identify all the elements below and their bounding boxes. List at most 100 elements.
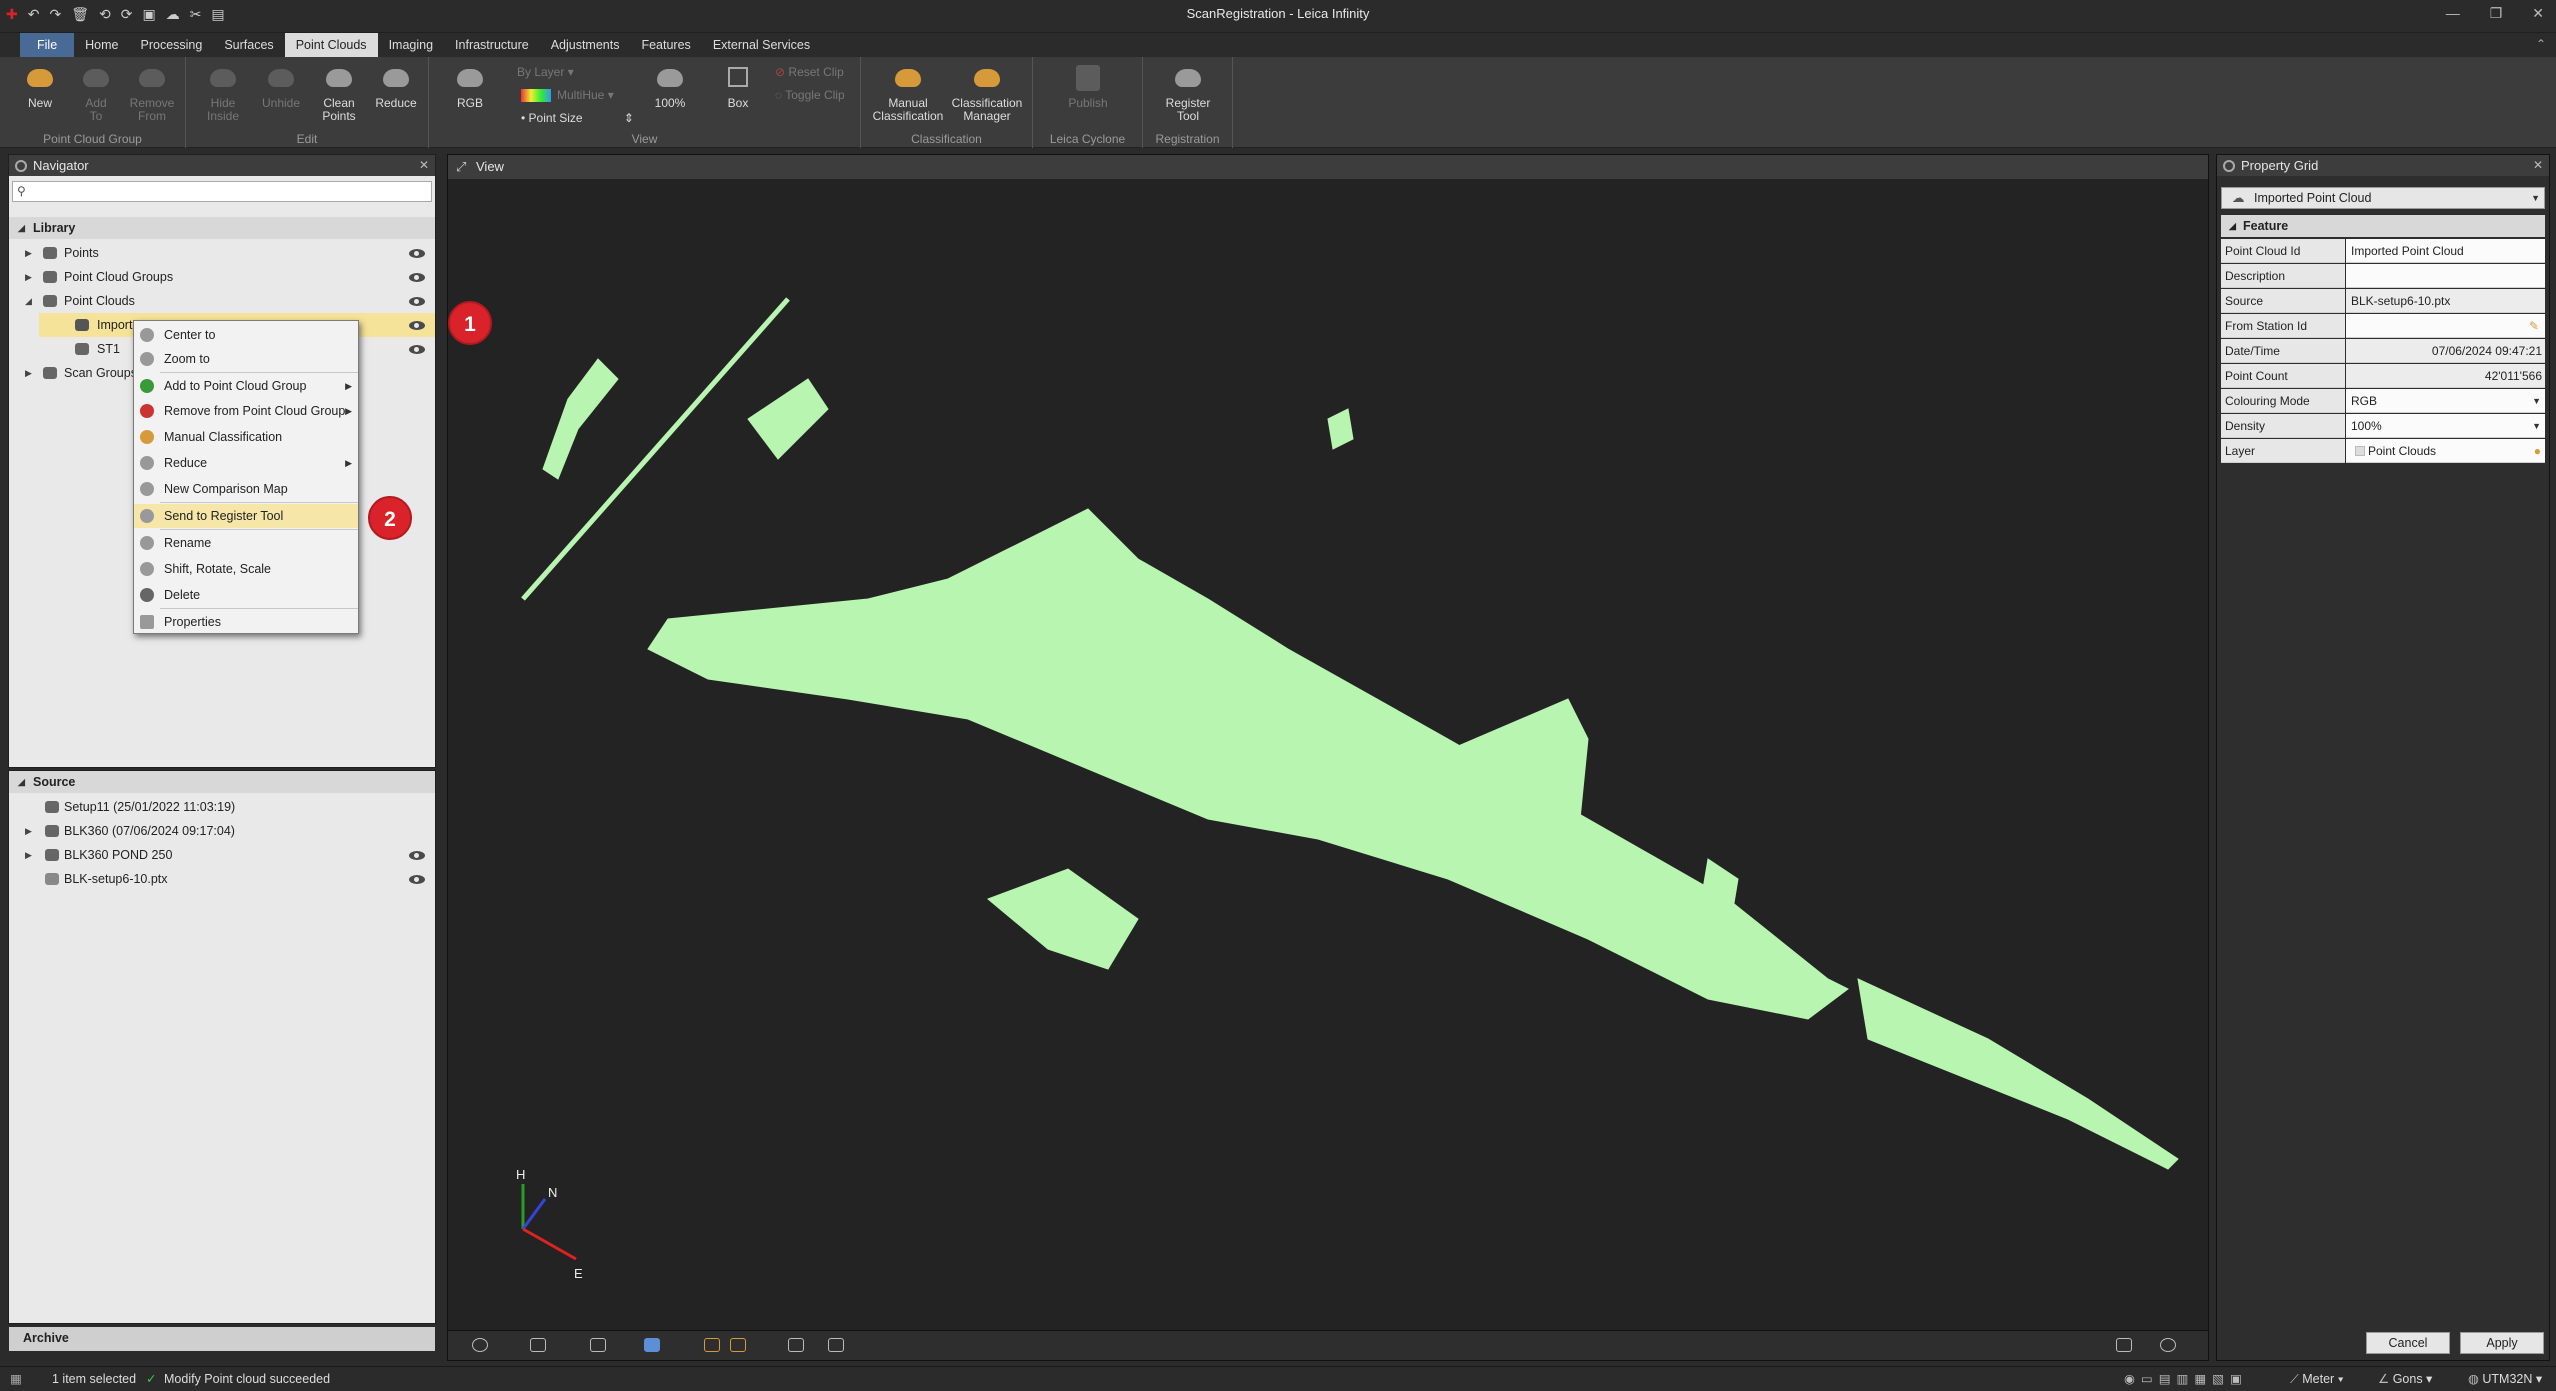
expand-icon[interactable]: ▶	[25, 843, 32, 867]
menu-item-reduce[interactable]: Reduce ▶	[134, 451, 358, 475]
library-section[interactable]: ◢ Library	[9, 217, 435, 239]
menu-item-rename[interactable]: Rename	[134, 531, 358, 555]
source-item[interactable]: BLK-setup6-10.ptx	[9, 867, 435, 891]
archive-section[interactable]: Archive	[9, 1327, 435, 1351]
reset-clip-button[interactable]: ⊘ Reset Clip	[775, 65, 844, 79]
expand-icon[interactable]: ▶	[25, 241, 32, 265]
menu-item-manual-classification[interactable]: Manual Classification	[134, 425, 358, 449]
point-size-option[interactable]: • Point Size ⇕	[521, 111, 634, 125]
collapse-icon[interactable]: ◢	[25, 289, 32, 313]
rgb-button[interactable]: RGB	[445, 63, 495, 110]
menu-item-shift-rotate-scale[interactable]: Shift, Rotate, Scale	[134, 557, 358, 581]
close-icon[interactable]: ✕	[2532, 5, 2544, 22]
manual-classification-button[interactable]: Manual Classification	[871, 63, 945, 123]
tab-surfaces[interactable]: Surfaces	[213, 33, 284, 57]
layer-pin-icon[interactable]: ●	[2534, 439, 2541, 464]
tab-file[interactable]: File	[20, 33, 75, 57]
menu-item-properties[interactable]: Properties	[134, 610, 358, 634]
multihue-option[interactable]: MultiHue ▾	[521, 88, 614, 103]
prop-value[interactable]: Imported Point Cloud	[2346, 239, 2545, 263]
menu-item-remove-from-point-cloud-group[interactable]: Remove from Point Cloud Group ▶	[134, 399, 358, 423]
terrain-icon[interactable]	[788, 1338, 804, 1352]
density-select[interactable]: 100%	[2346, 414, 2545, 438]
render-mode-icon[interactable]	[644, 1338, 660, 1352]
tree-item-point-cloud-groups[interactable]: ▶ Point Cloud Groups	[9, 265, 435, 289]
tab-home[interactable]: Home	[74, 33, 129, 57]
units-dropdown[interactable]: ⟋ Meter ▾	[2290, 1367, 2344, 1391]
publish-button[interactable]: Publish	[1053, 63, 1123, 110]
visibility-eye-icon[interactable]	[409, 345, 425, 354]
hide-inside-button[interactable]: Hide Inside	[198, 63, 248, 123]
reduce-button[interactable]: Reduce	[370, 63, 422, 110]
orbit-icon[interactable]	[472, 1338, 488, 1352]
add-to-button[interactable]: Add To	[72, 63, 120, 123]
by-layer-option[interactable]: By Layer ▾	[517, 65, 574, 79]
clean-points-button[interactable]: Clean Points	[314, 63, 364, 123]
expand-icon[interactable]: ▶	[25, 819, 32, 843]
select-icon[interactable]	[530, 1338, 546, 1352]
tree-item-point-clouds[interactable]: ◢ Point Clouds	[9, 289, 435, 313]
feature-section[interactable]: ◢ Feature	[2221, 215, 2545, 237]
menu-item-center-to[interactable]: Center to	[134, 323, 358, 347]
rgb-label: RGB	[456, 96, 483, 110]
visibility-eye-icon[interactable]	[409, 321, 425, 330]
source-item[interactable]: Setup11 (25/01/2022 11:03:19)	[9, 795, 435, 819]
measure-icon[interactable]	[704, 1338, 720, 1352]
point-cloud-render[interactable]: H N E	[448, 179, 2208, 1330]
grid-icon[interactable]	[828, 1338, 844, 1352]
visibility-eye-icon[interactable]	[409, 875, 425, 884]
tab-adjustments[interactable]: Adjustments	[540, 33, 631, 57]
close-panel-icon[interactable]: ✕	[419, 155, 429, 176]
pencil-icon[interactable]: ✎	[2529, 314, 2539, 339]
restore-icon[interactable]: ❐	[2490, 5, 2503, 22]
remove-from-button[interactable]: Remove From	[126, 63, 178, 123]
register-tool-button[interactable]: Register Tool	[1153, 63, 1223, 123]
tab-imaging[interactable]: Imaging	[378, 33, 444, 57]
box-button[interactable]: Box	[715, 63, 761, 110]
tab-infrastructure[interactable]: Infrastructure	[444, 33, 540, 57]
menu-item-zoom-to[interactable]: Zoom to	[134, 347, 358, 371]
prop-value[interactable]	[2346, 264, 2545, 288]
layer-icon[interactable]	[730, 1338, 746, 1352]
minimize-icon[interactable]: —	[2446, 5, 2460, 22]
settings-icon[interactable]	[2160, 1338, 2176, 1352]
apply-button[interactable]: Apply	[2460, 1332, 2544, 1354]
3d-view-panel[interactable]: ⤢ View H N E	[447, 154, 2209, 1361]
crs-dropdown[interactable]: ◍ UTM32N ▾	[2468, 1367, 2542, 1391]
expand-icon[interactable]: ▶	[25, 265, 32, 289]
close-panel-icon[interactable]: ✕	[2533, 155, 2543, 176]
object-selector-dropdown[interactable]: ☁ Imported Point Cloud ▼	[2221, 187, 2545, 209]
classification-manager-button[interactable]: Classification Manager	[949, 63, 1025, 123]
visibility-eye-icon[interactable]	[409, 249, 425, 258]
menu-item-add-to-point-cloud-group[interactable]: Add to Point Cloud Group ▶	[134, 374, 358, 398]
status-tool-icons[interactable]: ◉▭▤▥▦▧▣	[2124, 1367, 2248, 1391]
tab-processing[interactable]: Processing	[130, 33, 214, 57]
source-item[interactable]: ▶ BLK360 POND 250	[9, 843, 435, 867]
tab-point-clouds[interactable]: Point Clouds	[284, 33, 378, 57]
source-item[interactable]: ▶ BLK360 (07/06/2024 09:17:04)	[9, 819, 435, 843]
pin-ribbon-icon[interactable]: ⌃	[2536, 37, 2546, 51]
unhide-button[interactable]: Unhide	[256, 63, 306, 110]
navigator-search-input[interactable]: ⚲	[12, 181, 432, 202]
menu-item-delete[interactable]: Delete	[134, 583, 358, 607]
new-button[interactable]: New	[16, 63, 64, 110]
density-button[interactable]: 100%	[645, 63, 695, 110]
cancel-button[interactable]: Cancel	[2366, 1332, 2450, 1354]
visibility-eye-icon[interactable]	[409, 851, 425, 860]
toggle-clip-button[interactable]: ◌ Toggle Clip	[775, 88, 845, 102]
tab-features[interactable]: Features	[630, 33, 701, 57]
angle-units-dropdown[interactable]: ∠ Gons ▾	[2378, 1367, 2432, 1391]
prop-value[interactable]	[2346, 314, 2545, 338]
tab-external-services[interactable]: External Services	[702, 33, 821, 57]
expand-icon[interactable]: ▶	[25, 361, 32, 385]
menu-item-new-comparison-map[interactable]: New Comparison Map	[134, 477, 358, 501]
visibility-eye-icon[interactable]	[409, 273, 425, 282]
menu-item-send-to-register-tool[interactable]: Send to Register Tool	[134, 504, 358, 528]
tree-item-points[interactable]: ▶ Points	[9, 241, 435, 265]
layer-select[interactable]: Point Clouds	[2346, 439, 2545, 463]
colouring-mode-select[interactable]: RGB	[2346, 389, 2545, 413]
source-section[interactable]: ◢ Source	[9, 771, 435, 793]
fit-view-icon[interactable]	[2116, 1338, 2132, 1352]
view-preset-icon[interactable]	[590, 1338, 606, 1352]
visibility-eye-icon[interactable]	[409, 297, 425, 306]
